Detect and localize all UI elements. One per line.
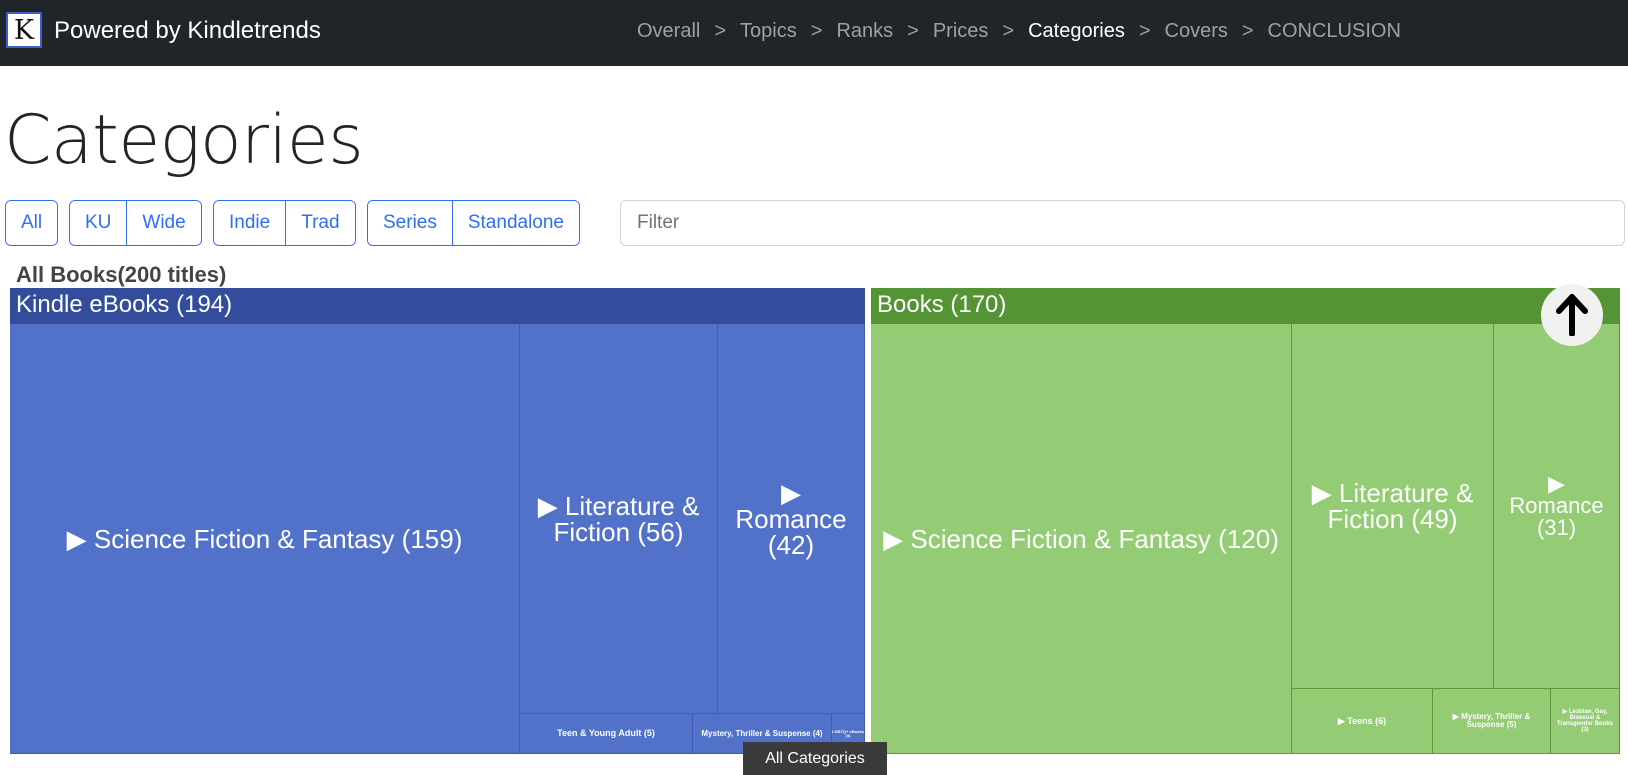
series-filter-group: Series Standalone bbox=[367, 200, 581, 246]
arrow-up-icon bbox=[1556, 294, 1588, 336]
nav-separator: > bbox=[1138, 20, 1151, 42]
treemap-cell[interactable]: ▶ Teens (6) bbox=[1292, 689, 1433, 754]
publisher-filter-group: Indie Trad bbox=[213, 200, 356, 246]
nav-separator: > bbox=[1002, 20, 1015, 42]
brand-name[interactable]: Powered by Kindletrends bbox=[54, 17, 321, 45]
breadcrumb-nav: Overall > Topics > Ranks > Prices > Categories > C… bbox=[637, 20, 1401, 43]
treemap-group-header[interactable]: Kindle eBooks (194) bbox=[10, 288, 865, 324]
treemap-cell[interactable]: ▶ Literature & Fiction (49) bbox=[1292, 324, 1494, 689]
standalone-button[interactable]: Standalone bbox=[451, 201, 580, 245]
page-title: Categories bbox=[4, 101, 364, 180]
ku-button[interactable]: KU bbox=[70, 201, 127, 245]
nav-item-ranks[interactable]: Ranks bbox=[836, 20, 893, 43]
nav-item-topics[interactable]: Topics bbox=[740, 20, 797, 43]
all-button[interactable]: All bbox=[6, 201, 58, 245]
treemap-group-kindle-ebooks[interactable]: Kindle eBooks (194) ▶ Science Fiction & … bbox=[10, 288, 865, 754]
treemap-cell[interactable]: ▶ Literature & Fiction (56) bbox=[520, 324, 718, 714]
all-filter-group: All bbox=[5, 200, 59, 246]
treemap-cell[interactable]: ▶ Mystery, Thriller & Suspense (5) bbox=[1433, 689, 1551, 754]
indie-button[interactable]: Indie bbox=[214, 201, 286, 245]
treemap-cell[interactable]: ▶ Romance (31) bbox=[1494, 324, 1620, 689]
treemap-group-header[interactable]: Books (170) bbox=[871, 288, 1620, 324]
treemap-root-label[interactable]: All Books(200 titles) bbox=[16, 262, 226, 288]
brand-logo[interactable]: K bbox=[6, 12, 42, 48]
wide-button[interactable]: Wide bbox=[126, 201, 201, 245]
filter-input[interactable] bbox=[620, 200, 1625, 246]
treemap-cell[interactable]: ▶ Science Fiction & Fantasy (120) bbox=[871, 324, 1292, 754]
nav-separator: > bbox=[810, 20, 823, 42]
trad-button[interactable]: Trad bbox=[285, 201, 355, 245]
nav-item-covers[interactable]: Covers bbox=[1165, 20, 1228, 43]
tooltip: All Categories bbox=[743, 742, 887, 775]
nav-item-conclusion[interactable]: CONCLUSION bbox=[1268, 20, 1401, 43]
nav-item-overall[interactable]: Overall bbox=[637, 20, 700, 43]
treemap-cell[interactable]: ▶ Lesbian, Gay, Bisexual & Transgender B… bbox=[1551, 689, 1620, 754]
nav-separator: > bbox=[1241, 20, 1254, 42]
nav-separator: > bbox=[907, 20, 919, 42]
nav-item-categories[interactable]: Categories bbox=[1028, 20, 1125, 43]
distribution-filter-group: KU Wide bbox=[69, 200, 202, 246]
scroll-top-button[interactable] bbox=[1541, 284, 1603, 346]
navbar: K Powered by Kindletrends Overall > Topics… bbox=[0, 0, 1628, 66]
treemap-cell[interactable]: ▶ Science Fiction & Fantasy (159) bbox=[10, 324, 520, 754]
treemap-cell[interactable]: ▶ Romance (42) bbox=[718, 324, 865, 714]
nav-item-prices[interactable]: Prices bbox=[933, 20, 989, 43]
treemap-cell[interactable]: Teen & Young Adult (5) bbox=[520, 714, 693, 754]
series-button[interactable]: Series bbox=[368, 201, 452, 245]
treemap-group-books[interactable]: Books (170) ▶ Science Fiction & Fantasy … bbox=[871, 288, 1620, 754]
nav-separator: > bbox=[714, 20, 727, 42]
